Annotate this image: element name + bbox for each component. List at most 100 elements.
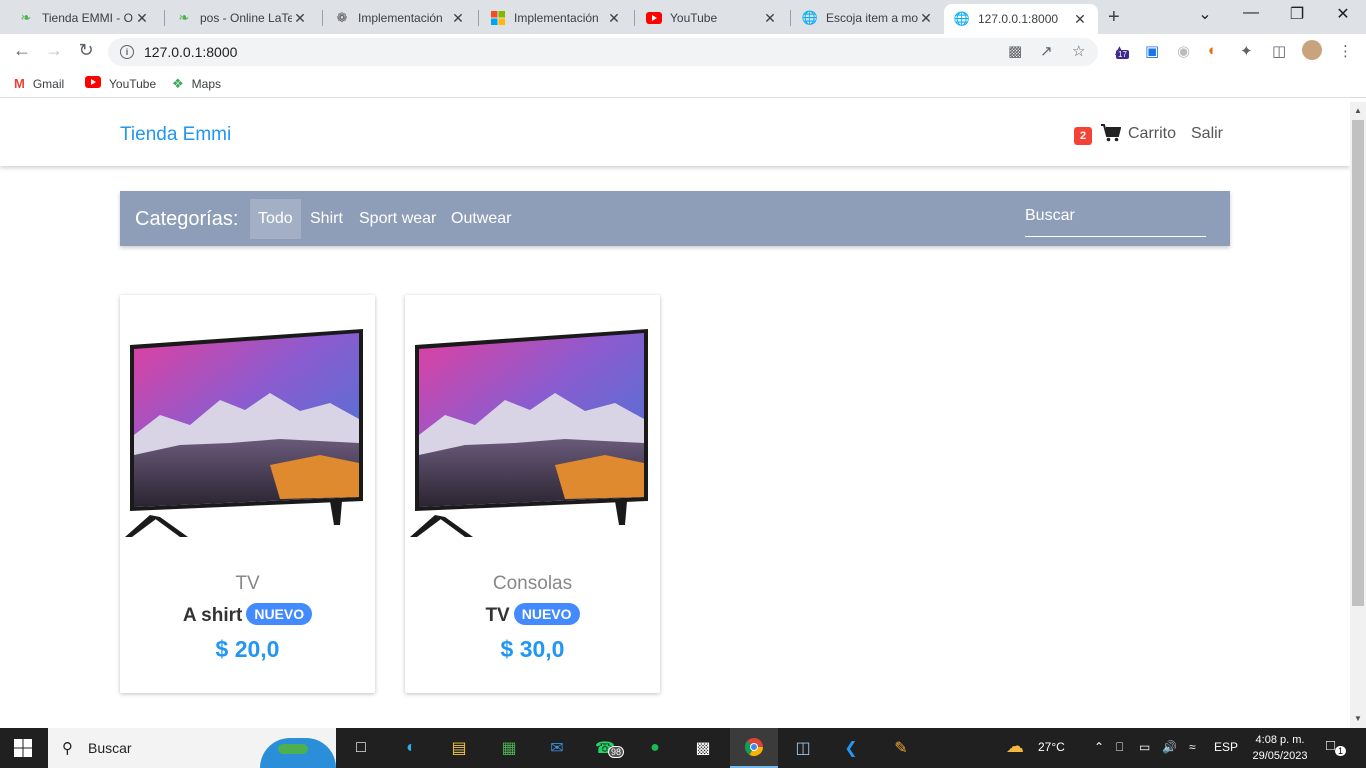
browser-tab-bar: ❧ Tienda EMMI - O ✕ ❧ pos - Online LaTe … xyxy=(0,0,1366,34)
remote-desktop-icon[interactable]: ◫ xyxy=(790,736,816,760)
scroll-up-icon[interactable]: ▲ xyxy=(1354,106,1362,115)
browser-tab[interactable]: YouTube ✕ xyxy=(636,4,788,32)
info-icon[interactable]: i xyxy=(120,45,134,59)
clock-time: 4:08 p. m. xyxy=(1255,734,1305,746)
terminal-icon[interactable]: ▩ xyxy=(690,736,716,760)
bookmark-star-icon[interactable]: ☆ xyxy=(1072,42,1085,60)
chrome-icon[interactable] xyxy=(730,728,778,768)
mail-icon[interactable]: ✉ xyxy=(544,736,570,760)
extension-icon[interactable]: ◉ xyxy=(1177,42,1190,60)
window-close-icon[interactable]: ✕ xyxy=(1328,4,1358,24)
wifi-icon[interactable]: ≈ xyxy=(1189,740,1196,754)
gmail-icon: M xyxy=(14,76,25,91)
extension-circle-icon[interactable]: ◐ xyxy=(1208,42,1217,59)
scrollbar-thumb[interactable] xyxy=(1352,120,1364,606)
file-explorer-icon[interactable]: ▤ xyxy=(446,736,472,760)
volume-icon[interactable]: 🔊 xyxy=(1162,740,1177,754)
forward-icon[interactable]: → xyxy=(42,40,66,61)
address-bar[interactable]: i 127.0.0.1:8000 xyxy=(108,38,1098,66)
restore-icon[interactable]: ❐ xyxy=(1282,4,1312,24)
tray-device-icon[interactable]: ⎕ xyxy=(1116,740,1123,755)
maps-icon: ❖ xyxy=(172,76,184,91)
paint-icon[interactable]: ✎ xyxy=(888,736,914,760)
tab-separator xyxy=(164,10,165,26)
tab-separator xyxy=(790,10,791,26)
spotify-icon[interactable]: ● xyxy=(642,736,668,760)
search-input[interactable]: Buscar xyxy=(1025,199,1206,237)
browser-tab[interactable]: ❁ Implementación ✕ xyxy=(324,4,476,32)
tab-search-icon[interactable]: ⌄ xyxy=(1190,4,1220,24)
tab-title: Escoja item a mo xyxy=(826,11,918,25)
close-icon[interactable]: ✕ xyxy=(292,10,308,27)
product-card[interactable]: TV A shirt NUEVO $ 20,0 xyxy=(120,295,375,693)
language-indicator[interactable]: ESP xyxy=(1214,740,1238,754)
browser-tab[interactable]: ❧ pos - Online LaTe ✕ xyxy=(166,4,318,32)
menu-icon[interactable]: ⋮ xyxy=(1338,42,1353,60)
taskbar-search-box[interactable]: ⚲ Buscar xyxy=(48,728,336,768)
windows-taskbar: ⚲ Buscar □ ◐ ▤ ▦ ✉ ☎ 98 ● ▩ ◫ ❮ ✎ ☁ 27°C… xyxy=(0,728,1366,768)
graduation-cap-icon[interactable]: ▲ 17 xyxy=(1112,42,1129,59)
scroll-down-icon[interactable]: ▼ xyxy=(1354,714,1362,723)
site-brand[interactable]: Tienda Emmi xyxy=(120,124,231,146)
close-icon[interactable]: ✕ xyxy=(762,10,778,27)
tab-title: Tienda EMMI - O xyxy=(42,11,133,25)
browser-tab-active[interactable]: 🌐 127.0.0.1:8000 ✕ xyxy=(944,4,1098,34)
vscode-icon[interactable]: ❮ xyxy=(838,736,864,760)
logout-link[interactable]: Salir xyxy=(1191,125,1223,143)
bookmark-gmail[interactable]: M Gmail xyxy=(14,76,64,91)
youtube-icon xyxy=(85,76,101,91)
url-text: 127.0.0.1:8000 xyxy=(144,44,238,60)
notification-icon[interactable]: □ 1 xyxy=(1326,737,1347,756)
category-todo[interactable]: Todo xyxy=(250,199,301,239)
globe-illustration-icon xyxy=(260,738,336,768)
categories-title: Categorías: xyxy=(135,208,239,230)
close-icon[interactable]: ✕ xyxy=(134,10,150,27)
category-shirt[interactable]: Shirt xyxy=(302,199,351,239)
bookmark-youtube[interactable]: YouTube xyxy=(85,76,156,91)
tray-chevron-icon[interactable]: ⌃ xyxy=(1094,740,1104,754)
product-price: $ 30,0 xyxy=(500,636,565,662)
cart-link[interactable]: Carrito xyxy=(1128,125,1176,143)
cart-icon[interactable] xyxy=(1101,124,1122,147)
battery-icon[interactable]: ▭ xyxy=(1139,740,1150,754)
microsoft-icon xyxy=(490,10,506,26)
store-icon[interactable]: ▦ xyxy=(496,736,522,760)
minimize-icon[interactable]: — xyxy=(1236,4,1266,22)
leaf-icon: ❧ xyxy=(178,10,190,25)
tab-separator xyxy=(322,10,323,26)
close-icon[interactable]: ✕ xyxy=(918,10,934,27)
reload-icon[interactable]: ↻ xyxy=(74,40,98,61)
translate-icon[interactable]: ▩ xyxy=(1008,42,1022,60)
browser-tab[interactable]: ❧ Tienda EMMI - O ✕ xyxy=(8,4,160,32)
close-icon[interactable]: ✕ xyxy=(606,10,622,27)
puzzle-icon[interactable]: ✦ xyxy=(1240,42,1253,60)
weather-icon[interactable]: ☁ xyxy=(1006,736,1024,757)
bookmark-label: Gmail xyxy=(32,76,65,91)
avatar[interactable] xyxy=(1302,40,1322,60)
weather-temperature[interactable]: 27°C xyxy=(1038,740,1065,754)
page-scrollbar[interactable]: ▲ ▼ xyxy=(1350,102,1366,728)
windows-start-icon[interactable] xyxy=(14,739,32,757)
browser-tab[interactable]: 🌐 Escoja item a mo ✕ xyxy=(792,4,944,32)
screen-record-icon[interactable]: ▣ xyxy=(1145,42,1159,60)
whatsapp-icon[interactable]: ☎ 98 xyxy=(592,736,625,760)
category-outwear[interactable]: Outwear xyxy=(443,199,519,239)
close-icon[interactable]: ✕ xyxy=(450,10,466,27)
edge-icon[interactable]: ◐ xyxy=(398,736,424,760)
new-tab-button[interactable]: + xyxy=(1108,6,1120,29)
tab-separator xyxy=(478,10,479,26)
bookmark-maps[interactable]: ❖ Maps xyxy=(172,76,221,92)
product-card[interactable]: Consolas TV NUEVO $ 30,0 xyxy=(405,295,660,693)
back-icon[interactable]: ← xyxy=(10,40,34,61)
share-icon[interactable]: ↗ xyxy=(1040,42,1053,60)
category-sport-wear[interactable]: Sport wear xyxy=(351,199,444,239)
task-view-icon[interactable]: □ xyxy=(348,736,374,760)
tab-title: YouTube xyxy=(670,11,718,25)
taskbar-clock[interactable]: 4:08 p. m. 29/05/2023 xyxy=(1240,732,1320,764)
close-icon[interactable]: ✕ xyxy=(1072,11,1088,28)
browser-tab[interactable]: Implementación ✕ xyxy=(480,4,632,32)
extension-badge: 17 xyxy=(1116,50,1129,59)
tab-title: Implementación xyxy=(514,11,599,25)
new-badge: NUEVO xyxy=(246,603,313,625)
side-panel-icon[interactable]: ◫ xyxy=(1272,42,1286,60)
